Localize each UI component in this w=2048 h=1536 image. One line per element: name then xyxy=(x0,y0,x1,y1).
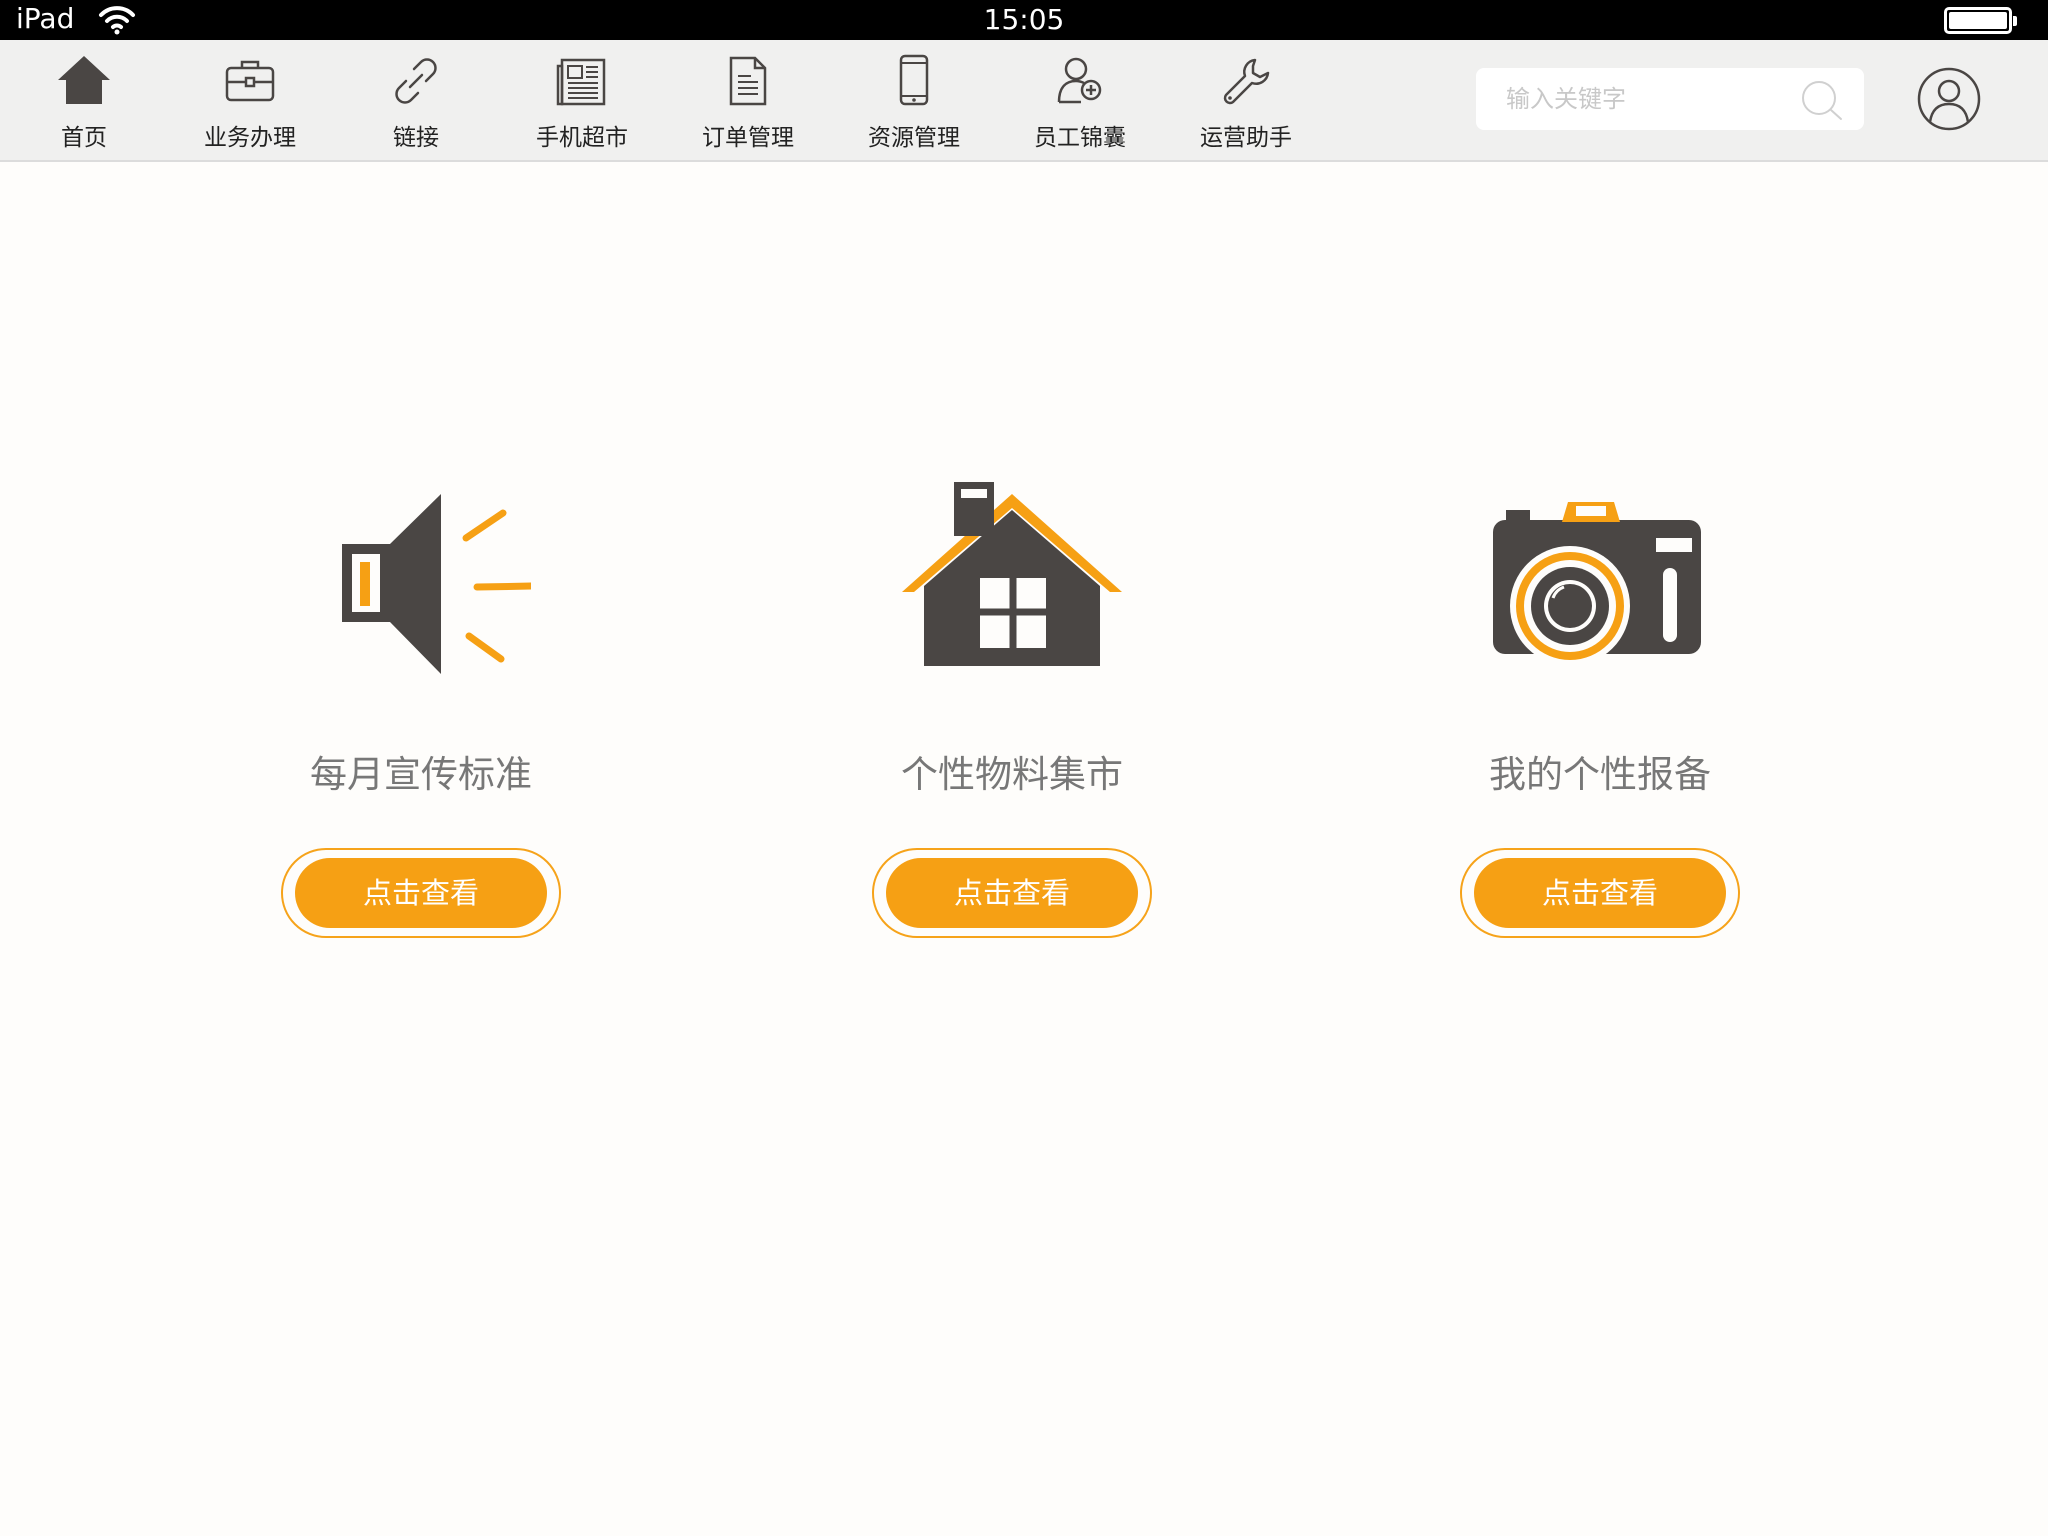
card-my-report: 我的个性报备 点击查看 xyxy=(1400,470,1800,950)
card-title: 每月宣传标准 xyxy=(310,753,532,796)
newspaper-icon xyxy=(556,58,606,106)
nav-item-label: 手机超市 xyxy=(536,125,628,151)
nav-item-label: 业务办理 xyxy=(204,125,296,151)
status-time: 15:05 xyxy=(983,3,1065,36)
camera-icon xyxy=(1493,502,1701,666)
view-button[interactable]: 点击查看 xyxy=(1460,848,1740,938)
view-button-label: 点击查看 xyxy=(886,858,1138,928)
search-input[interactable] xyxy=(1506,78,1806,120)
nav-item-label: 订单管理 xyxy=(702,125,794,151)
nav-item-label: 首页 xyxy=(61,125,107,151)
view-button[interactable]: 点击查看 xyxy=(872,848,1152,938)
nav-item-label: 员工锦囊 xyxy=(1034,125,1126,151)
home-icon xyxy=(58,56,110,104)
link-icon xyxy=(395,58,437,104)
document-icon xyxy=(729,56,767,106)
nav-item-label: 资源管理 xyxy=(868,125,960,151)
nav-item-label: 链接 xyxy=(393,125,439,151)
nav-item-resources[interactable]: 资源管理 xyxy=(839,52,989,156)
nav-item-business[interactable]: 业务办理 xyxy=(175,52,325,156)
briefcase-icon xyxy=(225,60,275,102)
top-nav: 首页 业务办理 链接 手机超市 订单管理 资源管理 员工锦囊 运营助手 输入关键… xyxy=(0,40,2048,162)
phone-icon xyxy=(899,54,929,106)
view-button-label: 点击查看 xyxy=(1474,858,1726,928)
user-avatar-icon[interactable] xyxy=(1916,66,1982,132)
nav-item-staff-tips[interactable]: 员工锦囊 xyxy=(1005,52,1155,156)
nav-item-link[interactable]: 链接 xyxy=(341,52,491,156)
nav-item-orders[interactable]: 订单管理 xyxy=(673,52,823,156)
search-icon[interactable] xyxy=(1798,77,1844,123)
nav-item-home[interactable]: 首页 xyxy=(9,52,159,156)
nav-item-ops-assistant[interactable]: 运营助手 xyxy=(1171,52,1321,156)
house-icon xyxy=(902,482,1122,666)
card-material-market: 个性物料集市 点击查看 xyxy=(812,470,1212,950)
search-box[interactable] xyxy=(1476,68,1864,130)
nav-item-phone-market[interactable]: 手机超市 xyxy=(507,52,657,156)
user-add-icon xyxy=(1057,57,1102,104)
view-button-label: 点击查看 xyxy=(295,858,547,928)
card-monthly-promo: 每月宣传标准 点击查看 xyxy=(221,470,621,950)
card-title: 个性物料集市 xyxy=(901,753,1123,796)
battery-icon xyxy=(1944,7,2017,34)
card-title: 我的个性报备 xyxy=(1489,753,1711,796)
nav-item-label: 运营助手 xyxy=(1200,125,1292,151)
view-button[interactable]: 点击查看 xyxy=(281,848,561,938)
megaphone-icon xyxy=(342,494,531,674)
wrench-icon xyxy=(1223,58,1270,105)
status-bar: iPad 15:05 xyxy=(0,0,2048,40)
